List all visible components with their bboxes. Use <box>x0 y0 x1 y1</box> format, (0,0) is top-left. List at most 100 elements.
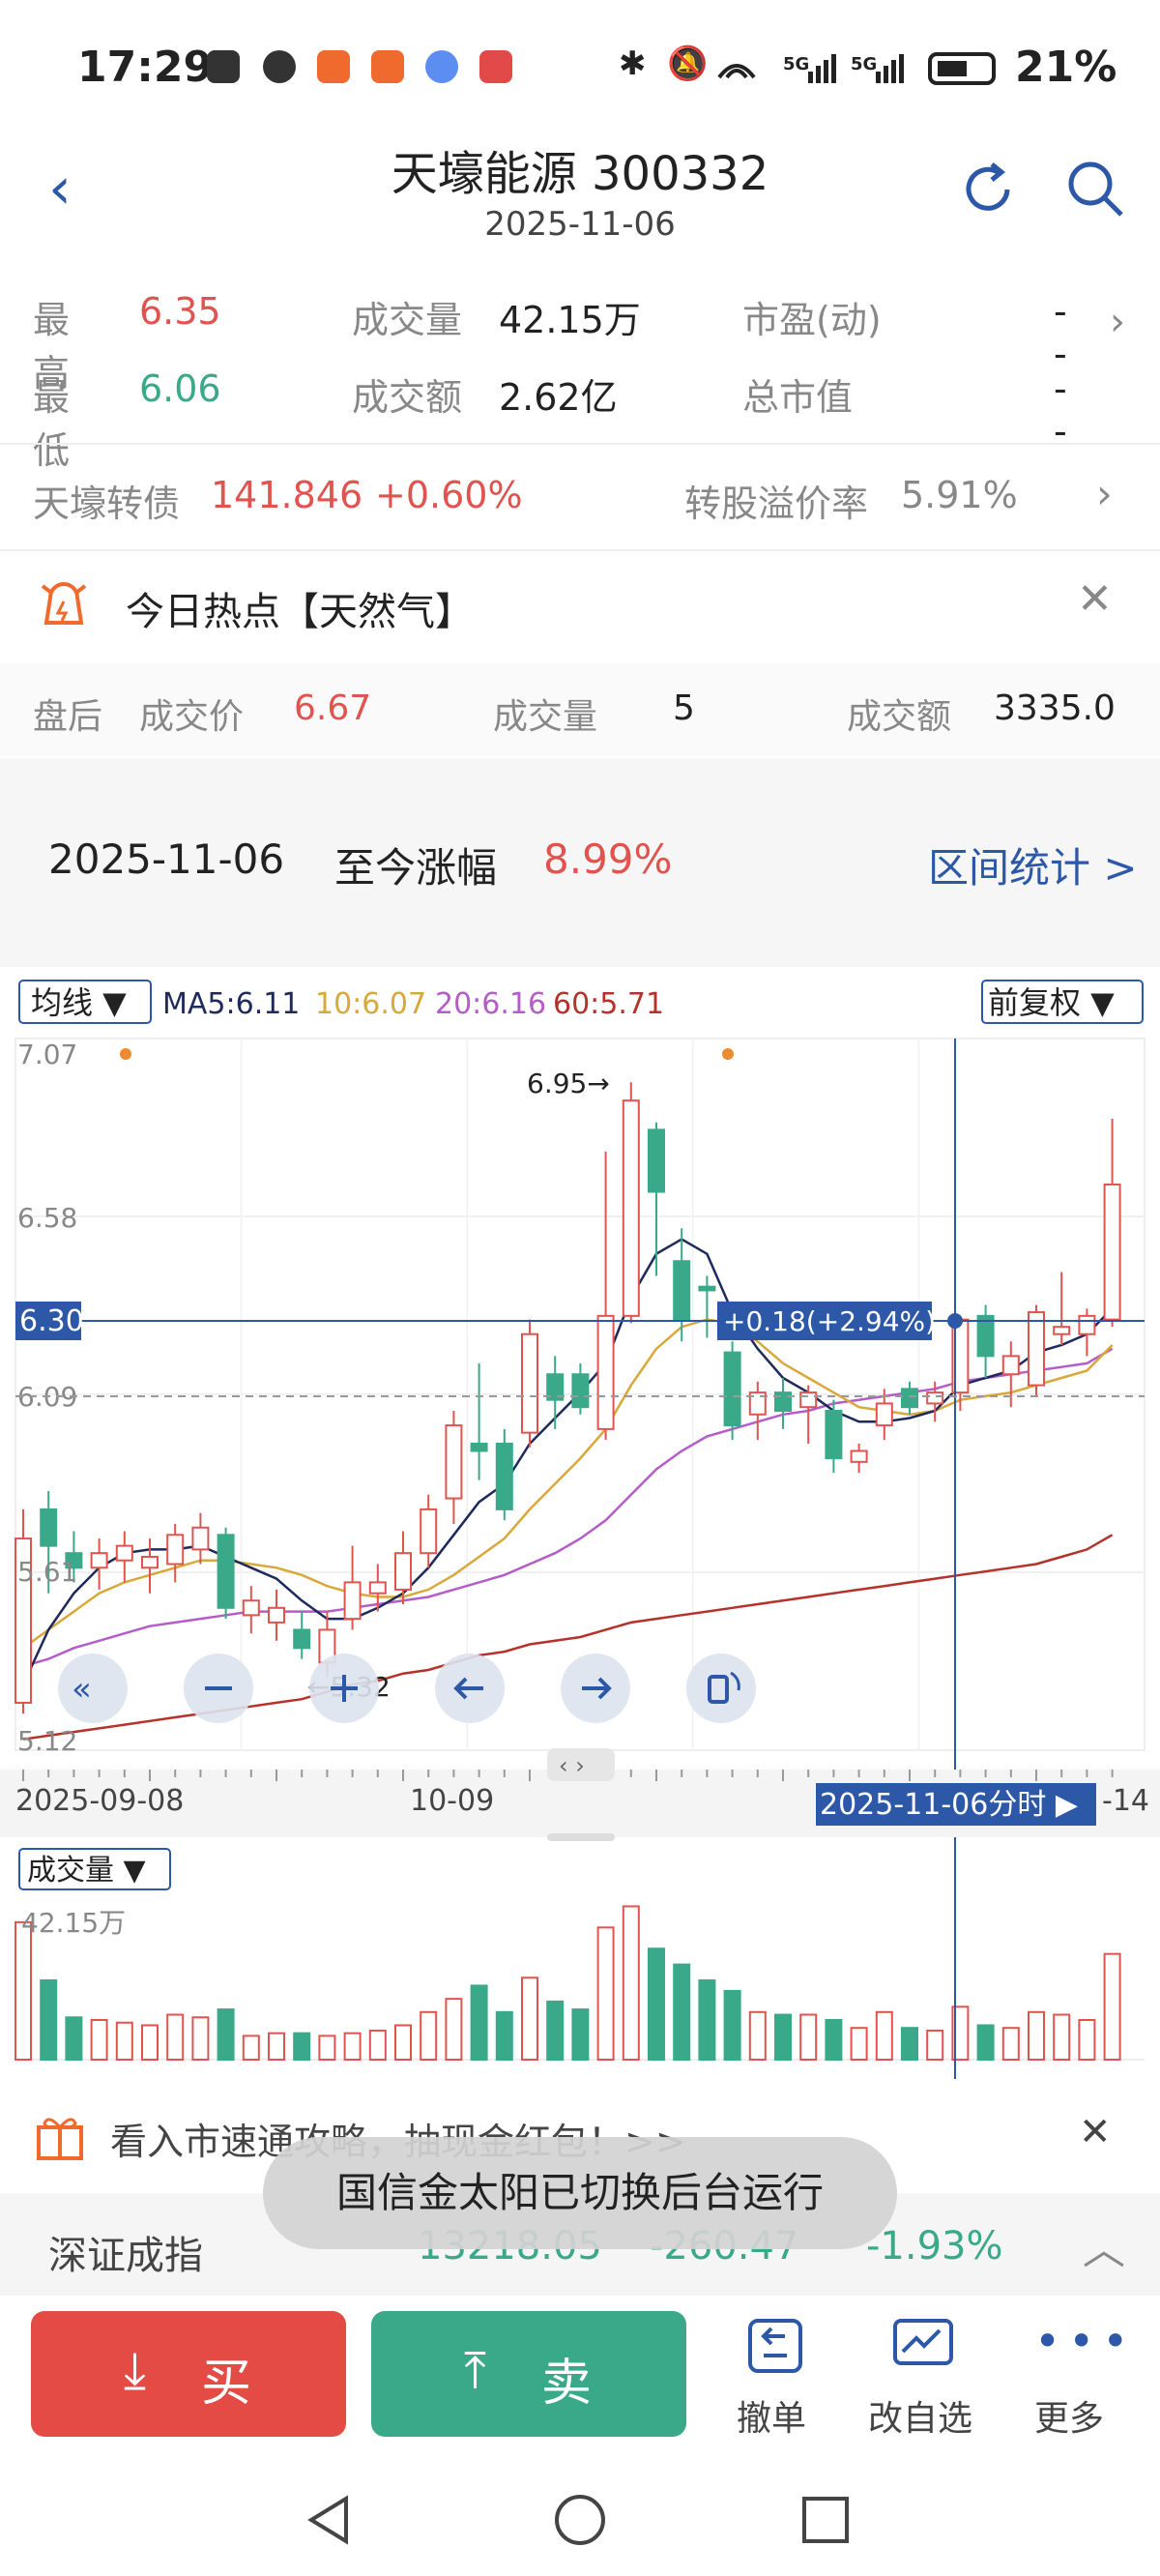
candle-body[interactable] <box>521 1332 538 1434</box>
candle-body[interactable] <box>394 1552 412 1591</box>
quote-expand-icon[interactable]: › <box>1110 300 1125 344</box>
y-tick-label: 6.58 <box>17 1202 77 1234</box>
panel-resize-handle[interactable] <box>547 1833 615 1841</box>
convertible-bond-row[interactable]: 天壕转债 141.846 +0.60% 转股溢价率 5.91% › <box>33 470 1135 528</box>
candle-body[interactable] <box>495 1442 513 1510</box>
candle-body[interactable] <box>1078 1314 1096 1335</box>
candle-body[interactable] <box>1103 1183 1121 1321</box>
candle-body[interactable] <box>141 1555 159 1569</box>
candle-body[interactable] <box>901 1388 918 1409</box>
crosshair-change: +0.18(+2.94%) <box>723 1305 936 1337</box>
volume-bar <box>571 2008 590 2061</box>
candle-body[interactable] <box>596 1314 615 1430</box>
candle-body[interactable] <box>191 1526 210 1551</box>
search-icon[interactable] <box>1063 157 1127 220</box>
after-vol-label: 成交量 <box>493 697 598 737</box>
refresh-icon[interactable] <box>957 159 1019 220</box>
sell-button[interactable]: ⤒ 卖 <box>371 2311 686 2437</box>
candle-body[interactable] <box>445 1424 463 1500</box>
volume-bar <box>825 2019 843 2061</box>
volume-bar <box>596 1926 615 2061</box>
volume-bar <box>1103 1952 1121 2062</box>
candle-body[interactable] <box>343 1581 362 1621</box>
candle-body[interactable] <box>825 1409 843 1460</box>
volume-bar <box>420 2010 438 2062</box>
stock-header: ‹ 天壕能源 300332 2025-11-06 <box>0 135 1160 271</box>
close-icon[interactable]: ✕ <box>1077 574 1113 624</box>
volume-bar <box>774 2013 792 2061</box>
interval-stats-link[interactable]: 区间统计 > <box>928 835 1138 894</box>
candle-body[interactable] <box>368 1581 387 1595</box>
candle-body[interactable] <box>850 1449 868 1463</box>
candle-body[interactable] <box>420 1508 438 1555</box>
candle-body[interactable] <box>1028 1311 1045 1387</box>
volume-bar <box>445 1998 463 2061</box>
volume-bar <box>293 2032 311 2061</box>
sell-arrow-icon: ⤒ <box>464 2342 486 2400</box>
alarm-icon <box>263 50 296 83</box>
candle-body[interactable] <box>774 1391 792 1412</box>
nav-home-icon[interactable] <box>551 2491 609 2549</box>
rotate-screen-button[interactable] <box>686 1654 756 1723</box>
volume-bar <box>1001 2027 1020 2061</box>
crosshair-date: 2025-11-06分时 ▶ <box>820 1788 1078 1822</box>
volume-bar <box>723 1989 741 2062</box>
edit-watchlist-button[interactable]: 改自选 <box>860 2315 986 2441</box>
candle-body[interactable] <box>698 1285 716 1292</box>
candle-body[interactable] <box>1001 1355 1020 1376</box>
mcap-value: -- <box>1054 367 1067 453</box>
candle-body[interactable] <box>40 1508 58 1547</box>
volume-bar <box>1053 2013 1071 2061</box>
range-date: 2025-11-06 <box>48 835 285 883</box>
candle-body[interactable] <box>470 1442 488 1452</box>
nav-back-icon[interactable] <box>302 2491 360 2549</box>
ma10-legend: 10:6.07 <box>315 987 426 1021</box>
after-hours-label: 盘后 <box>33 697 103 737</box>
range-value: 8.99% <box>543 835 673 883</box>
candle-body[interactable] <box>268 1606 285 1624</box>
hot-topic-banner[interactable]: 今日热点【天然气】 ✕ <box>0 551 1160 661</box>
more-button[interactable]: ••• 更多 <box>1025 2315 1128 2441</box>
gift-icon <box>37 2118 83 2160</box>
volume-bar <box>318 2034 336 2062</box>
volume-bar <box>166 2013 185 2061</box>
volume-bar <box>191 2016 210 2062</box>
candle-body[interactable] <box>926 1391 944 1405</box>
candle-body[interactable] <box>648 1128 665 1193</box>
candle-body[interactable] <box>1053 1326 1071 1335</box>
date-left: 2025-09-08 <box>15 1784 184 1818</box>
candle-body[interactable] <box>90 1552 108 1569</box>
kline-chart[interactable]: 均线 ▼ MA5:6.11 10:6.07 20:6.16 60:5.71 前复… <box>0 967 1160 2079</box>
volume-bar <box>748 2010 767 2062</box>
crosshair-price: 6.30 <box>19 1304 84 1338</box>
cancel-order-button[interactable]: 撤单 <box>725 2315 822 2441</box>
candle-body[interactable] <box>166 1534 185 1566</box>
candle-body[interactable] <box>723 1351 741 1427</box>
buy-button[interactable]: ⤓ 买 <box>31 2311 346 2437</box>
event-marker[interactable] <box>120 1048 131 1060</box>
volume-max-label: 42.15万 <box>21 1907 126 1939</box>
after-amt-label: 成交额 <box>847 697 952 737</box>
more-icon: ••• <box>1034 2315 1137 2367</box>
candle-body[interactable] <box>115 1544 133 1562</box>
nav-recents-icon[interactable] <box>797 2491 855 2549</box>
candle-body[interactable] <box>293 1628 311 1650</box>
zoom-out-fast-button[interactable] <box>58 1654 128 1723</box>
candle-body[interactable] <box>217 1534 235 1609</box>
candle-body[interactable] <box>976 1314 995 1358</box>
toast-message: 国信金太阳已切换后台运行 <box>263 2137 897 2249</box>
candle-body[interactable] <box>799 1391 818 1409</box>
candle-body[interactable] <box>875 1402 893 1427</box>
event-marker[interactable] <box>722 1048 734 1060</box>
candle-body[interactable] <box>571 1373 590 1409</box>
after-price-value: 6.67 <box>294 688 372 728</box>
candle-body[interactable] <box>622 1099 640 1317</box>
crosshair-dot <box>947 1313 963 1329</box>
ma-selector-label: 均线 ▼ <box>31 984 127 1021</box>
close-icon[interactable]: ✕ <box>1079 2110 1112 2154</box>
candle-body[interactable] <box>242 1599 260 1617</box>
candle-body[interactable] <box>673 1260 691 1321</box>
index-pct: -1.93% <box>866 2224 1003 2269</box>
volume-bar <box>521 1976 538 2062</box>
chevron-up-icon[interactable]: ︿ <box>1083 2214 1125 2276</box>
